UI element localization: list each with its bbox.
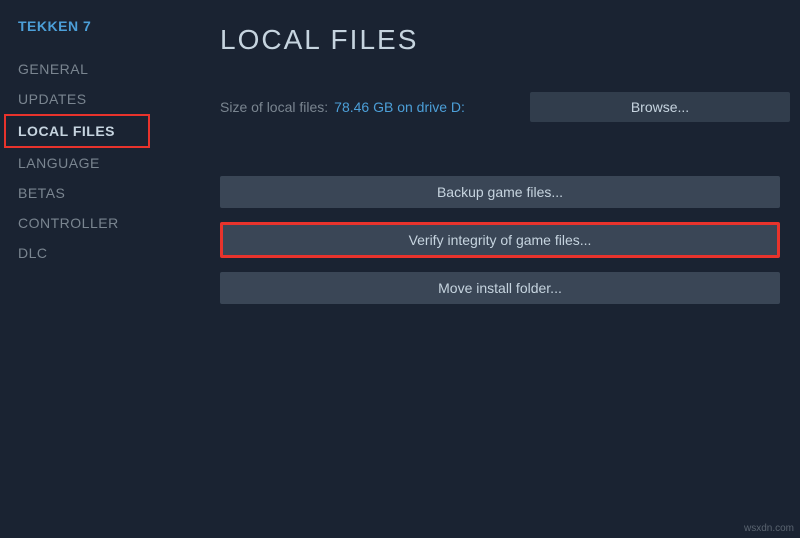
sidebar-item-controller[interactable]: CONTROLLER (18, 208, 160, 238)
sidebar-item-language[interactable]: LANGUAGE (18, 148, 160, 178)
sidebar-item-betas[interactable]: BETAS (18, 178, 160, 208)
sidebar-item-local-files[interactable]: LOCAL FILES (4, 114, 150, 148)
sidebar: TEKKEN 7 GENERAL UPDATES LOCAL FILES LAN… (0, 0, 160, 538)
move-button[interactable]: Move install folder... (220, 272, 780, 304)
sidebar-item-dlc[interactable]: DLC (18, 238, 160, 268)
main-panel: LOCAL FILES Size of local files: 78.46 G… (160, 0, 800, 538)
backup-button[interactable]: Backup game files... (220, 176, 780, 208)
verify-button[interactable]: Verify integrity of game files... (220, 222, 780, 258)
game-title: TEKKEN 7 (18, 18, 160, 34)
sidebar-item-general[interactable]: GENERAL (18, 54, 160, 84)
size-value: 78.46 GB on drive D: (334, 99, 465, 115)
size-row: Size of local files: 78.46 GB on drive D… (220, 92, 790, 122)
watermark: wsxdn.com (744, 523, 794, 534)
page-title: LOCAL FILES (220, 24, 790, 56)
size-label: Size of local files: (220, 99, 328, 115)
action-buttons: Backup game files... Verify integrity of… (220, 176, 780, 304)
browse-button[interactable]: Browse... (530, 92, 790, 122)
sidebar-item-updates[interactable]: UPDATES (18, 84, 160, 114)
